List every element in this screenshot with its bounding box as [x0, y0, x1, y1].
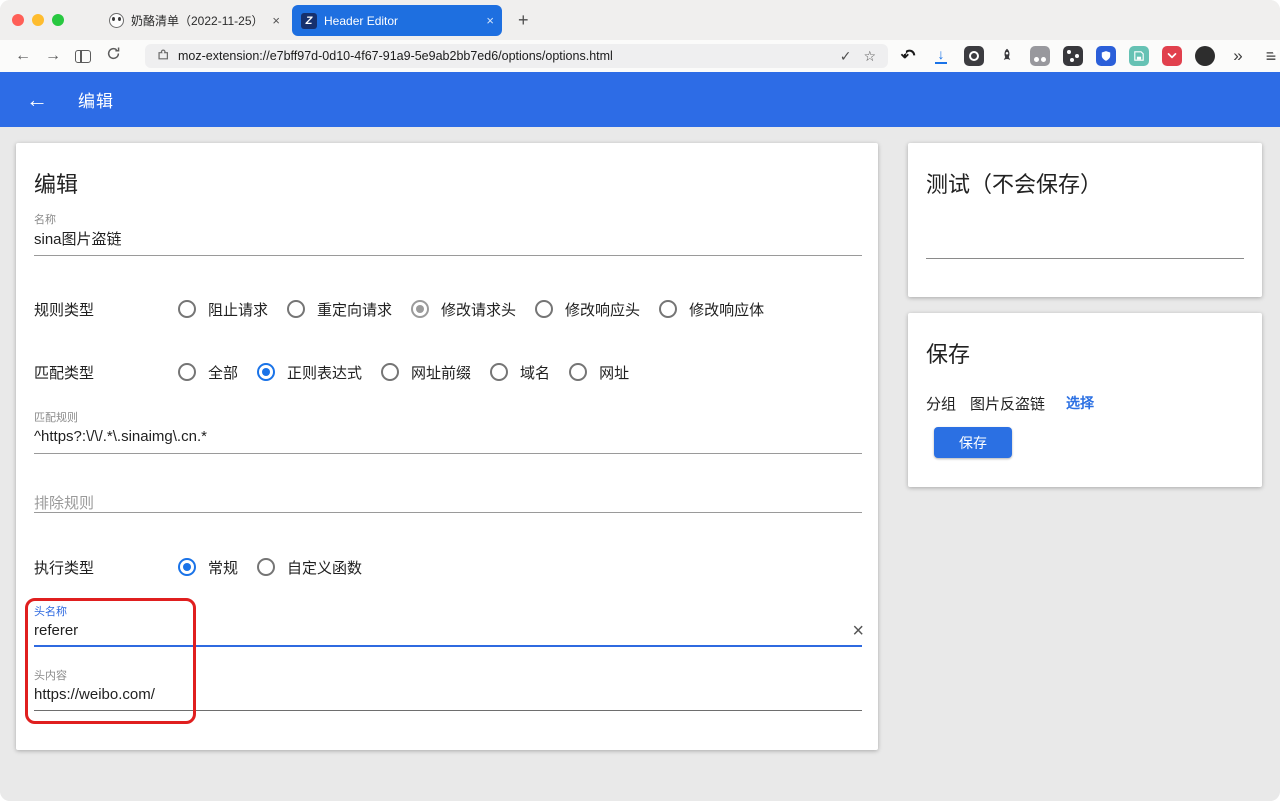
radio-match-url[interactable]: 网址	[569, 362, 629, 383]
password-shield-icon[interactable]	[1096, 46, 1116, 66]
window-close-button[interactable]	[12, 14, 24, 26]
match-type-label: 匹配类型	[34, 362, 178, 383]
radio-redirect-request[interactable]: 重定向请求	[287, 299, 392, 320]
url-check-icon[interactable]: ✓	[840, 48, 852, 65]
header-value-input[interactable]: https://weibo.com/	[34, 686, 155, 703]
radio-modify-request-header[interactable]: 修改请求头	[411, 299, 516, 320]
radio-block-request[interactable]: 阻止请求	[178, 299, 268, 320]
match-rule-underline	[34, 453, 862, 454]
bookmark-star-icon[interactable]: ☆	[863, 48, 876, 65]
hamburger-menu-icon[interactable]: ≡	[1261, 46, 1280, 66]
group-label: 分组	[926, 393, 956, 414]
match-rule-label: 匹配规则	[34, 409, 78, 425]
cheese-list-favicon-icon	[109, 13, 124, 28]
radio-match-all[interactable]: 全部	[178, 362, 238, 383]
overflow-chevrons-icon[interactable]: »	[1228, 46, 1248, 66]
name-field-label: 名称	[34, 211, 56, 227]
panda-extension-icon[interactable]	[1195, 46, 1215, 66]
group-value: 图片反盗链	[970, 393, 1045, 414]
save-card-title: 保存	[926, 337, 970, 369]
name-field-input[interactable]: sina图片盗链	[34, 228, 122, 249]
edit-card: 编辑 名称 sina图片盗链 规则类型 阻止请求 重定向请求 修改请求头 修改响…	[16, 143, 878, 750]
firefox-window: 奶酪清单（2022-11-25）- 奔跑中 × Z Header Editor …	[0, 0, 1280, 801]
save-button[interactable]: 保存	[934, 427, 1012, 458]
save-card: 保存 分组 图片反盗链 选择 保存	[908, 313, 1262, 487]
app-header-bar: ← 编辑	[0, 72, 1280, 127]
radio-match-domain[interactable]: 域名	[490, 362, 550, 383]
sidebar-toggle-icon[interactable]	[75, 50, 91, 63]
close-tab-icon[interactable]: ×	[486, 13, 494, 28]
close-tab-icon[interactable]: ×	[272, 13, 280, 28]
window-zoom-button[interactable]	[52, 14, 64, 26]
rocket-icon[interactable]	[997, 46, 1017, 66]
page-background: 编辑 名称 sina图片盗链 规则类型 阻止请求 重定向请求 修改请求头 修改响…	[0, 127, 1280, 801]
radio-modify-response-header[interactable]: 修改响应头	[535, 299, 640, 320]
exclude-rule-underline	[34, 512, 862, 513]
header-name-underline	[34, 645, 862, 647]
test-card: 测试（不会保存）	[908, 143, 1262, 297]
tab-title: 奶酪清单（2022-11-25）- 奔跑中	[131, 12, 264, 29]
download-icon[interactable]: ↓	[931, 46, 951, 66]
screenshot-camera-icon[interactable]	[964, 46, 984, 66]
window-minimize-button[interactable]	[32, 14, 44, 26]
header-name-label: 头名称	[34, 603, 67, 619]
pocket-icon[interactable]	[1162, 46, 1182, 66]
exclude-rule-input[interactable]: 排除规则	[34, 492, 94, 513]
extension-page-icon	[156, 47, 170, 66]
app-title: 编辑	[78, 87, 114, 112]
new-tab-button[interactable]: +	[512, 8, 535, 33]
app-back-arrow-icon[interactable]: ←	[26, 87, 48, 113]
save-floppy-icon[interactable]	[1129, 46, 1149, 66]
radio-match-regex[interactable]: 正则表达式	[257, 362, 362, 383]
radio-exec-custom-function[interactable]: 自定义函数	[257, 557, 362, 578]
exec-type-label: 执行类型	[34, 557, 178, 578]
header-value-underline	[34, 710, 862, 711]
edit-card-title: 编辑	[34, 167, 78, 199]
undo-arrow-icon[interactable]: ↶	[898, 46, 918, 66]
tab-header-editor[interactable]: Z Header Editor ×	[292, 5, 502, 36]
exec-type-row: 执行类型 常规 自定义函数	[34, 555, 862, 579]
tab-cheese-list[interactable]: 奶酪清单（2022-11-25）- 奔跑中 ×	[100, 5, 288, 36]
tab-title: Header Editor	[324, 14, 478, 28]
forward-icon[interactable]: →	[38, 47, 68, 65]
match-type-row: 匹配类型 全部 正则表达式 网址前缀 域名 网址	[34, 360, 862, 384]
radio-exec-normal[interactable]: 常规	[178, 557, 238, 578]
extension-dots-icon[interactable]	[1063, 46, 1083, 66]
extension-button-row: ↶ ↓ » ≡	[898, 44, 1280, 68]
url-text: moz-extension://e7bff97d-0d10-4f67-91a9-…	[178, 49, 840, 63]
name-field-underline	[34, 255, 862, 256]
split-tabs-icon[interactable]	[1030, 46, 1050, 66]
traffic-lights	[12, 14, 64, 26]
clear-field-icon[interactable]: ×	[852, 620, 864, 643]
test-input-underline[interactable]	[926, 258, 1244, 259]
choose-group-link[interactable]: 选择	[1066, 393, 1094, 413]
radio-modify-response-body[interactable]: 修改响应体	[659, 299, 764, 320]
rule-type-label: 规则类型	[34, 299, 178, 320]
radio-match-url-prefix[interactable]: 网址前缀	[381, 362, 471, 383]
match-rule-input[interactable]: ^https?:\/\/.*\.sinaimg\.cn.*	[34, 428, 207, 445]
tab-bar: 奶酪清单（2022-11-25）- 奔跑中 × Z Header Editor …	[0, 0, 1280, 40]
rule-type-row: 规则类型 阻止请求 重定向请求 修改请求头 修改响应头 修改响应体	[34, 297, 862, 321]
address-bar[interactable]: moz-extension://e7bff97d-0d10-4f67-91a9-…	[145, 44, 888, 68]
header-value-label: 头内容	[34, 667, 67, 683]
reload-icon[interactable]	[98, 46, 128, 66]
navigation-toolbar: ← → moz-extension://e7bff97d-0d10-4f67-9…	[0, 40, 1280, 72]
group-row: 分组 图片反盗链	[926, 393, 1045, 414]
header-name-input[interactable]: referer	[34, 622, 78, 639]
header-editor-favicon-icon: Z	[301, 13, 317, 29]
back-icon[interactable]: ←	[8, 47, 38, 65]
test-card-title: 测试（不会保存）	[926, 167, 1102, 199]
